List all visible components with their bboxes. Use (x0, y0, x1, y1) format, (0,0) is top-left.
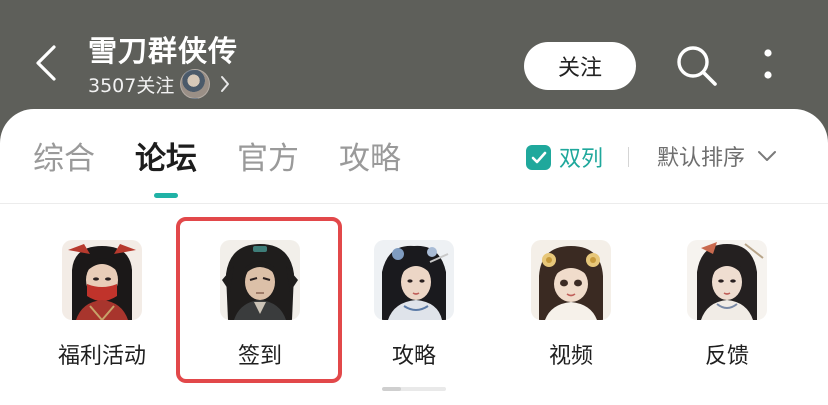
character-lady-pale-icon (687, 240, 767, 320)
page-title: 雪刀群侠传 (88, 34, 239, 68)
divider (628, 147, 629, 167)
character-girl-flowers-icon (531, 240, 611, 320)
content-panel: 综合 论坛 官方 攻略 双列 默认排序 福利活动 签到 攻略 视频 反馈 (0, 109, 828, 405)
shortcut-welfare[interactable]: 福利活动 (47, 240, 157, 372)
scroll-indicator (382, 387, 446, 391)
shortcut-label: 福利活动 (57, 344, 146, 369)
more-vertical-icon (763, 47, 773, 87)
shortcut-videos[interactable]: 视频 (516, 240, 626, 372)
shortcut-feedback[interactable]: 反馈 (672, 240, 782, 372)
tab-forum[interactable]: 论坛 (135, 133, 197, 178)
search-button[interactable] (672, 43, 722, 93)
follower-info[interactable]: 3507关注 (88, 68, 230, 100)
more-button[interactable] (752, 44, 784, 90)
tab-zonghe[interactable]: 综合 (33, 133, 95, 178)
character-red-mask-icon (62, 240, 142, 320)
search-icon (675, 44, 719, 92)
app-header: 雪刀群侠传 3507关注 关注 (0, 0, 828, 125)
sort-label: 默认排序 (657, 146, 746, 171)
shortcut-label: 攻略 (391, 344, 436, 369)
tab-guides[interactable]: 攻略 (339, 133, 401, 178)
shortcut-label: 反馈 (704, 344, 749, 369)
sort-dropdown[interactable]: 默认排序 (657, 141, 777, 171)
chevron-left-icon (35, 44, 57, 86)
scroll-indicator-thumb (382, 387, 402, 391)
chevron-right-icon (220, 75, 230, 93)
dual-column-toggle[interactable]: 双列 (526, 143, 604, 172)
tab-official[interactable]: 官方 (237, 133, 299, 178)
divider (0, 203, 828, 204)
shortcut-label: 视频 (548, 344, 593, 369)
chevron-down-icon (757, 150, 777, 162)
follower-count: 3507关注 (88, 74, 175, 97)
highlight-box (176, 217, 342, 383)
check-icon (526, 144, 551, 170)
follow-button[interactable]: 关注 (524, 42, 636, 90)
character-lady-blue-icon (374, 240, 454, 320)
back-button[interactable] (28, 44, 64, 86)
active-tab-indicator (154, 193, 178, 198)
dual-column-label: 双列 (559, 147, 604, 172)
shortcut-guides[interactable]: 攻略 (359, 240, 469, 372)
avatar (180, 69, 211, 99)
